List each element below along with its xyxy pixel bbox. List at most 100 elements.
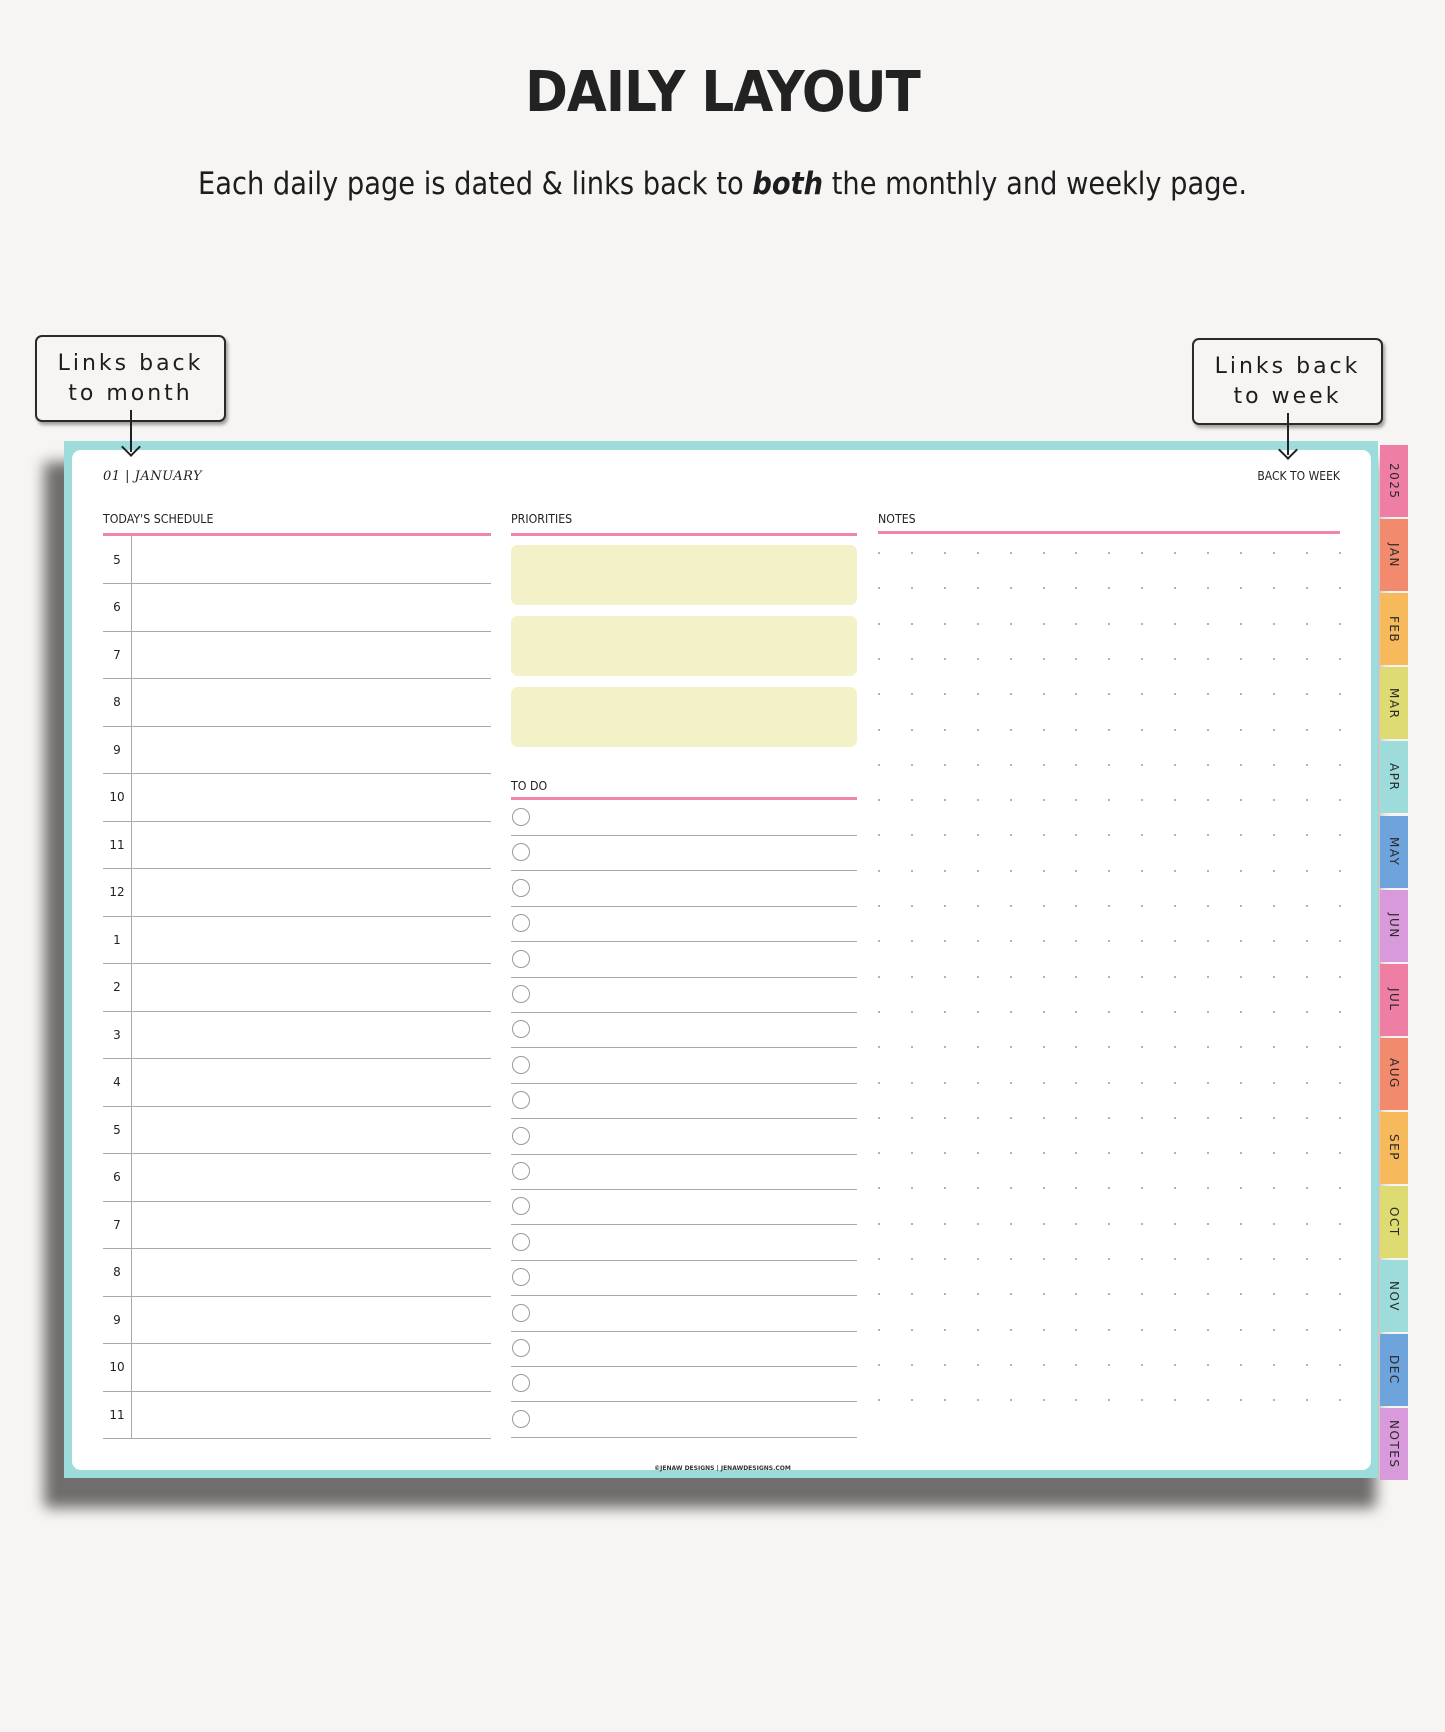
tab-nov[interactable]: NOV [1380,1260,1408,1333]
checkbox-circle-icon[interactable] [512,1303,530,1322]
grid-dot [1174,728,1177,731]
todo-item[interactable] [511,872,857,907]
tab-aug[interactable]: AUG [1380,1037,1408,1110]
schedule-row[interactable]: 6 [103,583,491,632]
grid-dot [1239,1187,1242,1190]
schedule-row[interactable]: 7 [103,1201,491,1249]
checkbox-circle-icon[interactable] [512,1339,530,1357]
schedule-row[interactable]: 6 [103,1153,491,1202]
tab-dec[interactable]: DEC [1380,1334,1408,1407]
grid-dot [1108,1081,1111,1084]
checkbox-circle-icon[interactable] [512,914,530,933]
tab-mar[interactable]: MAR [1380,667,1408,740]
checkbox-circle-icon[interactable] [512,949,530,968]
tab-may[interactable]: MAY [1380,815,1408,888]
grid-dot [1207,1116,1209,1119]
grid-dot [1305,1293,1308,1296]
priority-field[interactable] [511,545,857,605]
grid-dot [1174,975,1177,978]
checkbox-circle-icon[interactable] [512,1162,530,1180]
tab-2025[interactable]: 2025 [1380,445,1408,517]
todo-item[interactable] [511,1297,857,1332]
checkbox-circle-icon[interactable] [512,1055,530,1074]
grid-dot [1141,1293,1144,1296]
todo-item[interactable] [511,1190,857,1226]
grid-dot [1239,1328,1242,1331]
grid-dot [910,552,913,554]
tab-jan[interactable]: JAN [1380,519,1408,592]
schedule-row[interactable]: 8 [103,1248,491,1297]
todo-item[interactable] [511,1367,857,1403]
grid-dot [1141,1328,1144,1331]
schedule-row[interactable]: 11 [103,821,491,869]
schedule-row[interactable]: 10 [103,1343,491,1392]
todo-item[interactable] [511,1403,857,1438]
todo-item[interactable] [511,978,857,1013]
schedule-row[interactable]: 12 [103,868,491,917]
tab-jun[interactable]: JUN [1380,889,1408,962]
checkbox-circle-icon[interactable] [512,808,530,826]
tab-apr[interactable]: APR [1380,741,1408,814]
tab-feb[interactable]: FEB [1380,593,1408,666]
checkbox-circle-icon[interactable] [512,1091,530,1110]
grid-dot [1174,1046,1177,1049]
grid-dot [1009,1363,1012,1366]
todo-item[interactable] [511,907,857,943]
todo-item[interactable] [511,1049,857,1084]
grid-dot [1305,763,1308,766]
checkbox-circle-icon[interactable] [512,985,530,1003]
grid-dot [878,587,880,590]
priority-field[interactable] [511,687,857,747]
todo-item[interactable] [511,943,857,978]
schedule-row[interactable]: 10 [103,773,491,822]
checkbox-circle-icon[interactable] [512,1374,530,1393]
todo-item[interactable] [511,1155,857,1190]
grid-dot [1338,763,1341,766]
schedule-row[interactable]: 4 [103,1058,491,1107]
checkbox-circle-icon[interactable] [512,843,530,862]
todo-item[interactable] [511,1261,857,1297]
schedule-row[interactable]: 5 [103,1106,491,1154]
tab-sep[interactable]: SEP [1380,1111,1408,1184]
grid-dot [1141,940,1144,943]
checkbox-circle-icon[interactable] [512,1409,530,1428]
schedule-row[interactable]: 2 [103,963,491,1012]
tab-oct[interactable]: OCT [1380,1186,1408,1258]
tab-jul[interactable]: JUL [1380,963,1408,1036]
grid-dot [1272,1152,1275,1155]
checkbox-circle-icon[interactable] [512,1232,530,1251]
priority-field[interactable] [511,616,857,676]
schedule-row[interactable]: 9 [103,726,491,774]
notes-dot-grid[interactable] [876,545,1346,1445]
grid-dot [1174,1116,1177,1119]
grid-dot [1108,552,1111,554]
todo-item[interactable] [511,836,857,872]
todo-item[interactable] [511,1120,857,1155]
grid-dot [910,975,913,978]
todo-item[interactable] [511,1226,857,1261]
schedule-row[interactable]: 8 [103,678,491,727]
todo-item[interactable] [511,1084,857,1120]
schedule-row[interactable]: 11 [103,1391,491,1439]
schedule-row[interactable]: 9 [103,1296,491,1344]
checkbox-circle-icon[interactable] [512,1268,530,1287]
back-to-month-link[interactable]: 01 | JANUARY [103,469,202,484]
grid-dot [943,799,946,802]
checkbox-circle-icon[interactable] [512,878,530,897]
schedule-row[interactable]: 3 [103,1011,491,1059]
grid-dot [976,693,979,696]
grid-dot [1338,799,1341,802]
schedule-row[interactable]: 1 [103,916,491,964]
grid-dot [943,1399,946,1402]
back-to-week-link[interactable]: BACK TO WEEK [1232,469,1340,483]
checkbox-circle-icon[interactable] [512,1126,530,1145]
checkbox-circle-icon[interactable] [512,1197,530,1216]
schedule-row[interactable]: 7 [103,631,491,679]
schedule-row[interactable]: 5 [103,536,491,584]
checkbox-circle-icon[interactable] [512,1020,530,1039]
callout-week-line1: Links back [1214,354,1361,379]
todo-item[interactable] [511,1332,857,1367]
todo-item[interactable] [511,801,857,836]
schedule-hour-label: 11 [103,821,132,868]
todo-item[interactable] [511,1013,857,1049]
